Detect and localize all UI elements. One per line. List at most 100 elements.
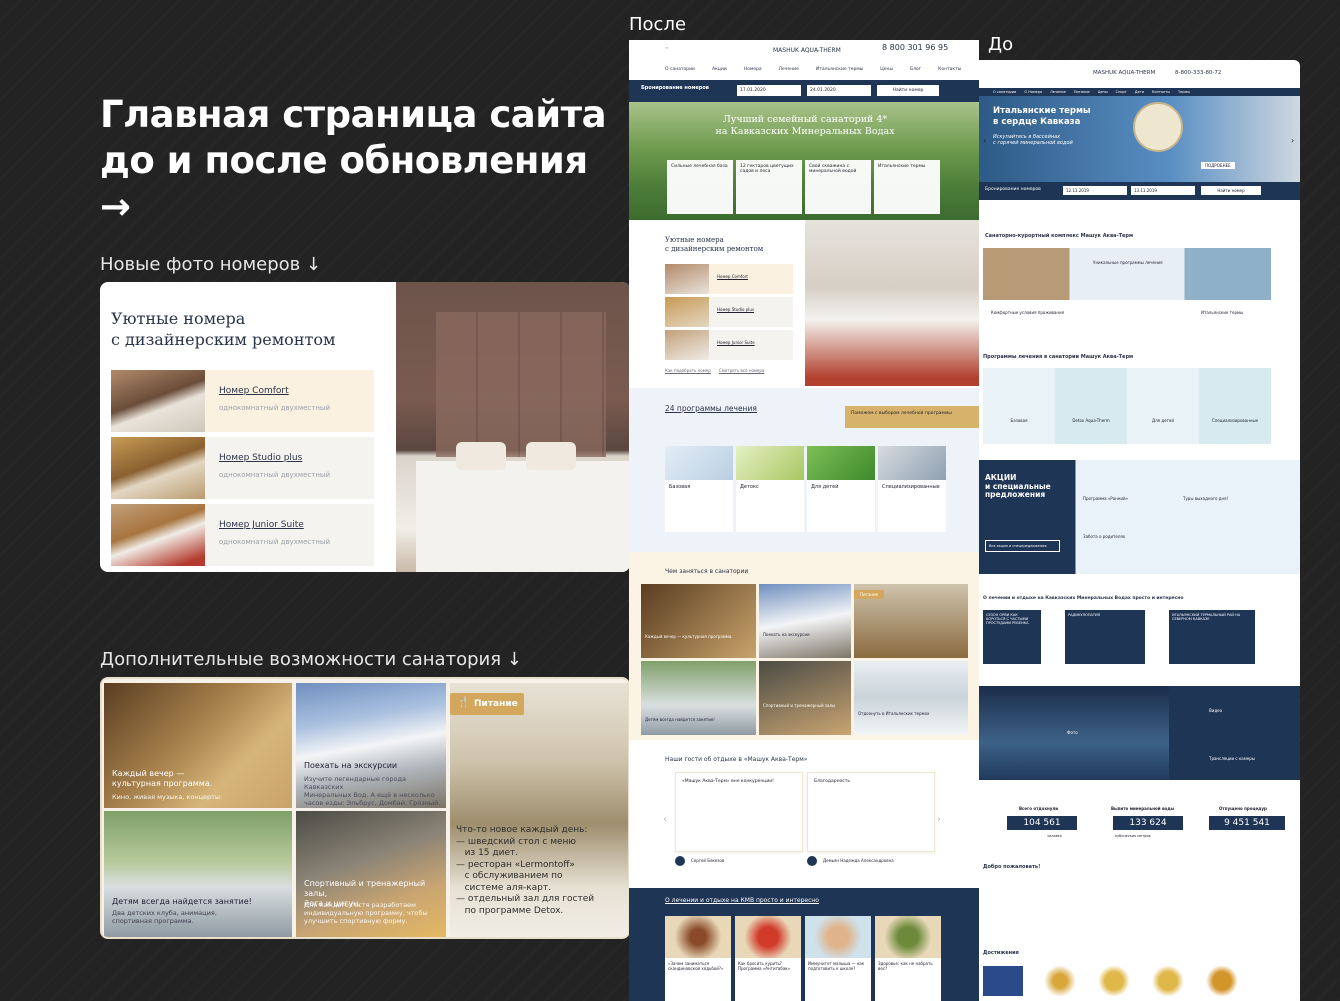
award-badge bbox=[1043, 966, 1077, 996]
nav-item[interactable]: Контакты bbox=[1152, 88, 1170, 96]
review-card[interactable]: Благодарность bbox=[807, 772, 935, 852]
chevron-right-icon[interactable]: › bbox=[937, 814, 941, 825]
nav-item[interactable]: Итальянские термы bbox=[816, 67, 863, 72]
blog-title[interactable]: О лечении и отдыхе на КМВ просто и интер… bbox=[665, 897, 819, 904]
room-item-studio-plus[interactable]: Номер Studio plus однокомнатный двухместн… bbox=[111, 437, 374, 499]
activity-tile[interactable]: Отдохнуть в Итальянских термах bbox=[854, 661, 968, 735]
room-name[interactable]: Номер Comfort bbox=[717, 274, 748, 279]
activity-tile[interactable]: Спортивный и тренажерный залы bbox=[759, 661, 851, 735]
after-header: ≡ MASHUK AQUA-THERM 8 800 301 96 95 bbox=[629, 40, 979, 62]
room-name[interactable]: Номер Junior Suite bbox=[717, 340, 755, 345]
room-name[interactable]: Номер Studio plus bbox=[219, 453, 374, 463]
booking-checkin-field[interactable]: 17.01.2020 bbox=[737, 85, 801, 96]
program-card[interactable]: Специализированные bbox=[878, 446, 946, 532]
blog-card[interactable]: Как бросить курить? Программа «Антитабак… bbox=[735, 916, 801, 1001]
before-logo[interactable]: MASHUK AQUA-THERM bbox=[1093, 70, 1155, 76]
complex-tile[interactable]: Итальянские термы bbox=[1201, 310, 1243, 315]
activity-tile[interactable]: Питание bbox=[854, 584, 968, 658]
booking-checkout-field[interactable]: 13.11.2019 bbox=[1131, 186, 1195, 195]
nav-item[interactable]: Дети bbox=[1135, 88, 1144, 96]
blog-card[interactable]: Иммунитет малыша — как подготовить к шко… bbox=[805, 916, 871, 1001]
after-logo[interactable]: MASHUK AQUA-THERM bbox=[773, 47, 841, 54]
blog-card[interactable]: «Зачем заниматься скандинавской ходьбой?… bbox=[665, 916, 731, 1001]
rooms-link-all[interactable]: Смотреть все номера bbox=[719, 368, 764, 373]
blog-card[interactable]: СЕЗОН ОРВИ КАК БОРОТЬСЯ С ЧАСТЫМИ ПРОСТУ… bbox=[983, 610, 1041, 664]
rooms-link-choose[interactable]: Как подобрать номер bbox=[665, 368, 711, 373]
promo-item[interactable]: Забота о родителях bbox=[1083, 534, 1125, 539]
nav-item[interactable]: Блог bbox=[910, 67, 921, 72]
program-card[interactable]: Специализированные bbox=[1199, 368, 1271, 444]
nav-item[interactable]: Контакты bbox=[938, 67, 961, 72]
program-card[interactable]: Для детей bbox=[807, 446, 875, 532]
avatar bbox=[675, 856, 685, 866]
program-card[interactable]: Базовая bbox=[665, 446, 733, 532]
booking-search-button[interactable]: Найти номер bbox=[877, 85, 939, 96]
nav-item[interactable]: О санатории bbox=[993, 88, 1016, 96]
program-card[interactable]: Базовая bbox=[983, 368, 1055, 444]
programs-promo[interactable]: Поможем с выбором лечебной программы bbox=[845, 406, 979, 428]
blog-card[interactable]: ИТАЛЬЯНСКИЙ ТЕРМАЛЬНЫЙ РАЙ НА СЕВЕРНОМ К… bbox=[1169, 610, 1255, 664]
nav-item[interactable]: Цены bbox=[1098, 88, 1108, 96]
before-phone[interactable]: 8-800-333-80-72 bbox=[1175, 70, 1221, 76]
award-badge bbox=[1151, 966, 1185, 996]
room-subtitle: однокомнатный двухместный bbox=[219, 471, 331, 479]
room-name[interactable]: Номер Studio plus bbox=[717, 307, 754, 312]
media-item[interactable]: Видео bbox=[1209, 708, 1222, 713]
booking-checkin-field[interactable]: 12.11.2019 bbox=[1063, 186, 1127, 195]
nav-item[interactable]: Питание bbox=[1074, 88, 1090, 96]
nav-item[interactable]: Номера bbox=[744, 67, 762, 72]
programs-title[interactable]: 24 программы лечения bbox=[665, 404, 757, 413]
program-card[interactable]: Detox Aqua-Therm bbox=[1055, 368, 1127, 444]
activity-tile[interactable]: Детям всегда найдется занятие! bbox=[641, 661, 756, 735]
feature-tile-excursions[interactable]: Поехать на экскурсии Изучите легендарные… bbox=[296, 683, 446, 808]
booking-search-button[interactable]: Найти номер bbox=[1201, 186, 1261, 195]
nav-item[interactable]: О санатории bbox=[665, 67, 695, 72]
activity-tile[interactable]: Поехать на экскурсии bbox=[759, 584, 851, 658]
after-room-photo bbox=[805, 220, 979, 386]
promo-item[interactable]: Программа «Ранний» bbox=[1083, 496, 1128, 501]
stat-value: 133 624 bbox=[1113, 816, 1183, 830]
complex-tile[interactable]: Уникальные программы лечения bbox=[1093, 260, 1163, 265]
promo-button[interactable]: Все акции и спецпредложения bbox=[985, 540, 1060, 552]
headline: Главная страница сайта до и после обновл… bbox=[100, 92, 620, 230]
media-item[interactable]: Трансляции с камеры bbox=[1209, 756, 1255, 761]
program-card[interactable]: Детокс bbox=[736, 446, 804, 532]
nav-item[interactable]: Цены bbox=[880, 67, 893, 72]
chevron-left-icon[interactable]: ‹ bbox=[983, 136, 986, 145]
chevron-right-icon[interactable]: › bbox=[1291, 136, 1294, 145]
blog-card-title: Как бросить курить? Программа «Антитабак… bbox=[738, 961, 791, 971]
program-card[interactable]: Для детей bbox=[1127, 368, 1199, 444]
nav-item[interactable]: Лечение bbox=[1050, 88, 1066, 96]
promo-item[interactable]: Туры выходного дня! bbox=[1183, 496, 1228, 501]
room-item-comfort[interactable]: Номер Comfort однокомнатный двухместный bbox=[111, 370, 374, 432]
before-promo: АКЦИИ и специальные предложения Все акци… bbox=[979, 460, 1300, 574]
room-name[interactable]: Номер Junior Suite bbox=[219, 520, 374, 530]
feature-tile-evening-program[interactable]: Каждый вечер — культурная программа. Кин… bbox=[104, 683, 292, 808]
room-name[interactable]: Номер Comfort bbox=[219, 386, 374, 396]
room-item-junior-suite[interactable]: Номер Junior Suite однокомнатный двухмест… bbox=[111, 504, 374, 566]
booking-checkout-field[interactable]: 24.01.2020 bbox=[807, 85, 871, 96]
feature-tile-sport[interactable]: Спортивный и тренажерный залы, йога и ци… bbox=[296, 811, 446, 937]
activity-tile[interactable]: Каждый вечер — культурная программа. bbox=[641, 584, 756, 658]
media-item[interactable]: Фото bbox=[1067, 730, 1078, 735]
nav-item[interactable]: О Номера bbox=[1024, 88, 1042, 96]
feature-tile-kids[interactable]: Детям всегда найдется занятие! Два детск… bbox=[104, 811, 292, 937]
nav-item[interactable]: Лечение bbox=[779, 67, 799, 72]
after-phone[interactable]: 8 800 301 96 95 bbox=[882, 43, 948, 52]
chevron-left-icon[interactable]: ‹ bbox=[663, 814, 667, 825]
complex-tile[interactable]: Комфортные условия проживания bbox=[991, 310, 1064, 315]
feature-tile-food[interactable]: 🍴 Питание Что-то новое каждый день: — шв… bbox=[450, 683, 628, 937]
complex-title: Санаторно-курортный комплекс Машук Аква-… bbox=[985, 233, 1134, 239]
nav-item[interactable]: Спорт bbox=[1116, 88, 1127, 96]
food-item: с обслуживанием по bbox=[456, 871, 563, 881]
review-card[interactable]: «Машук Аква-Терм» вне конкуренции! bbox=[675, 772, 803, 852]
after-room-item[interactable]: Номер Junior Suite bbox=[665, 330, 793, 360]
blog-card[interactable]: Здоровье: как не набрать вес? bbox=[875, 916, 941, 1001]
blog-card[interactable]: РАДИКУЛОПАТИЯ bbox=[1065, 610, 1145, 664]
features-card: Каждый вечер — культурная программа. Кин… bbox=[100, 677, 630, 939]
hero-more-button[interactable]: ПОДРОБНЕЕ bbox=[1201, 162, 1235, 169]
nav-item[interactable]: Термы bbox=[1178, 88, 1190, 96]
after-room-item[interactable]: Номер Studio plus bbox=[665, 297, 793, 327]
nav-item[interactable]: Акции bbox=[712, 67, 727, 72]
after-room-item[interactable]: Номер Comfort bbox=[665, 264, 793, 294]
